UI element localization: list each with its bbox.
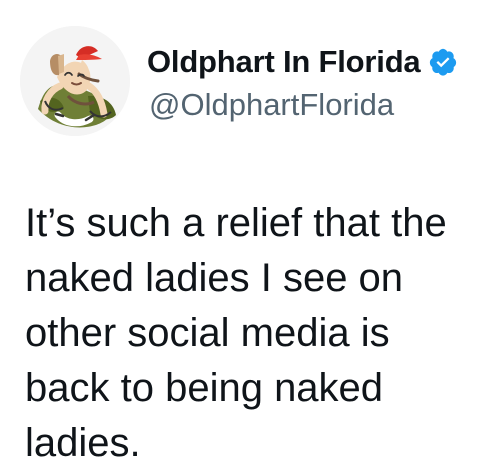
tweet-text-line: naked ladies I see on [25, 256, 404, 300]
tweet-text-line: other social media is [25, 311, 390, 355]
verified-badge-icon [428, 47, 458, 77]
tweet-text-line: It’s such a relief that the [25, 201, 447, 245]
author-handle[interactable]: @OldphartFlorida [149, 86, 394, 124]
cartoon-old-man-avatar-icon [20, 26, 130, 136]
display-name[interactable]: Oldphart In Florida [147, 42, 421, 82]
tweet-card: Oldphart In Florida @OldphartFlorida It’… [0, 0, 500, 469]
tweet-text-line: ladies. [25, 421, 141, 465]
tweet-text-line: back to being naked [25, 366, 384, 410]
avatar[interactable] [20, 26, 130, 136]
tweet-text: It’s such a relief that the naked ladies… [25, 196, 475, 471]
author-name-row[interactable]: Oldphart In Florida [147, 42, 458, 82]
